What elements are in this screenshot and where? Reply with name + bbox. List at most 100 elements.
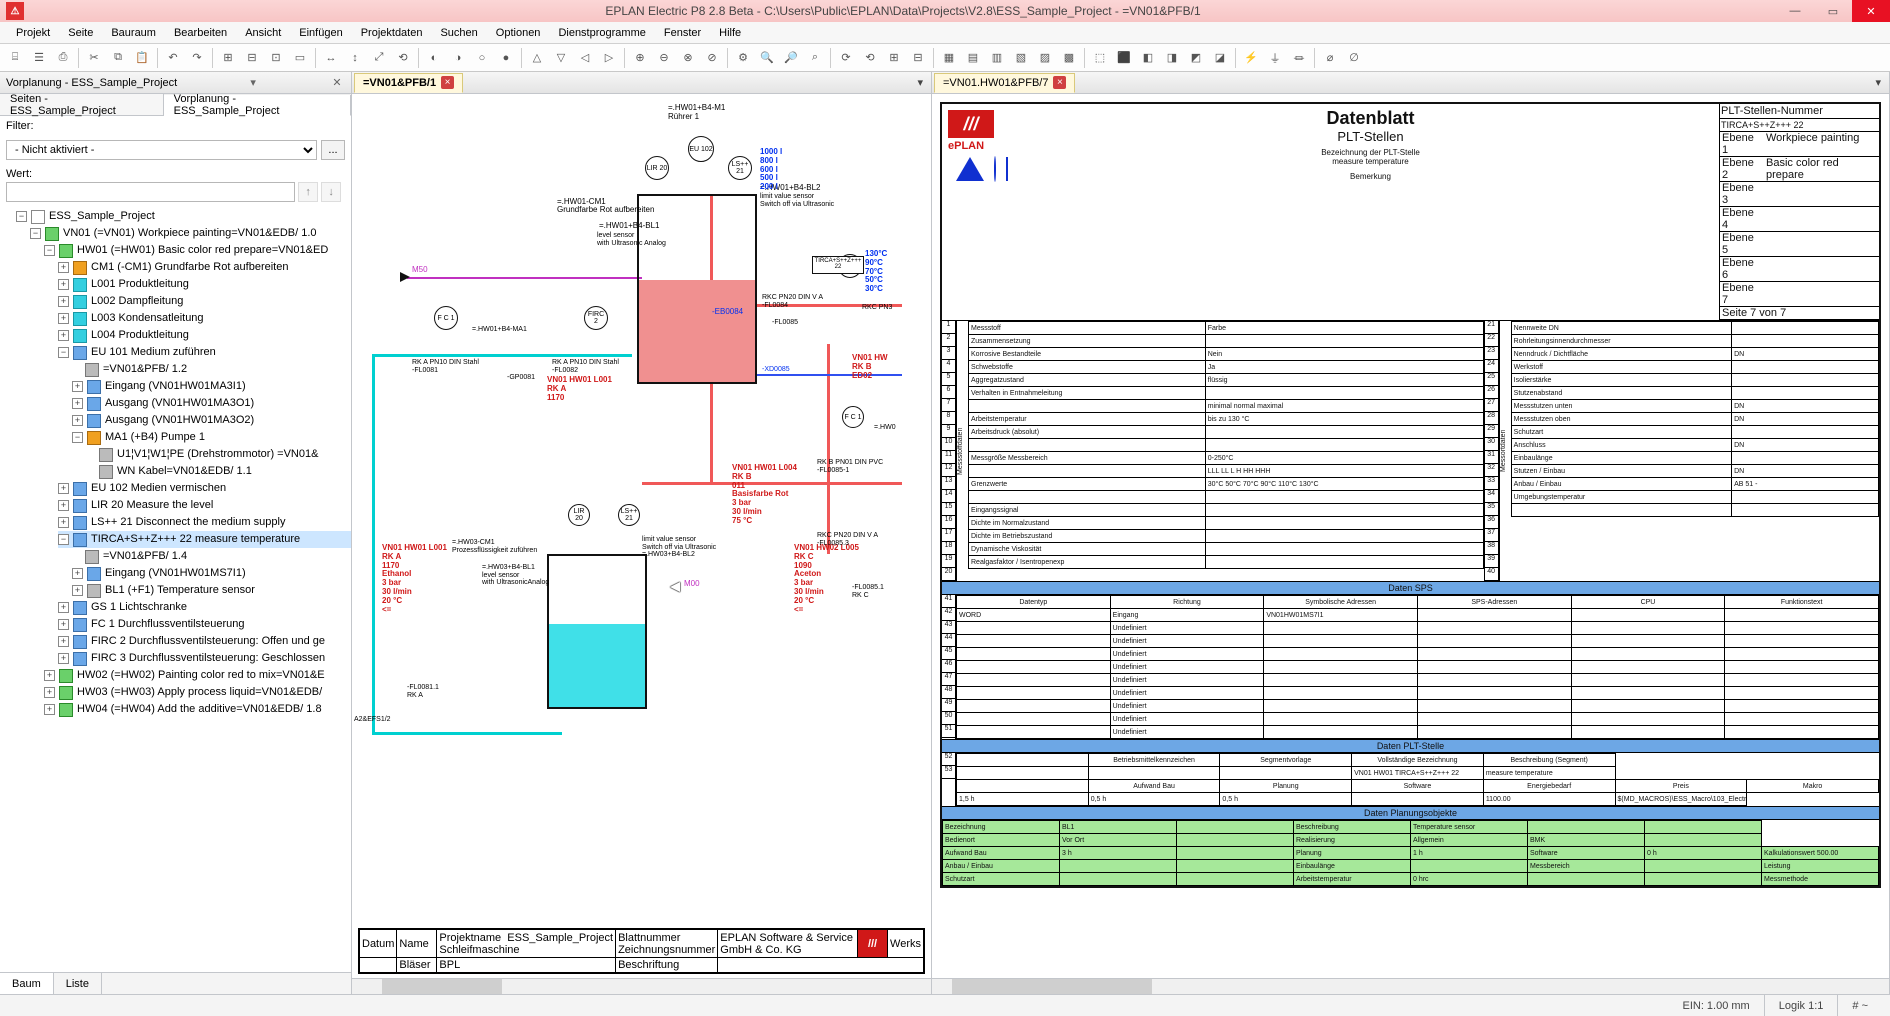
tree-hw03[interactable]: HW03 (=HW03) Apply process liquid=VN01&E… [77, 684, 322, 701]
toolbar-btn[interactable]: ⊕ [629, 47, 651, 69]
toolbar-btn[interactable]: 🔎 [780, 47, 802, 69]
minimize-button[interactable]: — [1776, 0, 1814, 22]
toolbar-btn[interactable]: ⊗ [677, 47, 699, 69]
menu-projektdaten[interactable]: Projektdaten [353, 22, 431, 43]
toolbar-btn[interactable]: ↷ [186, 47, 208, 69]
toolbar-btn[interactable]: ⟲ [392, 47, 414, 69]
tree-ls21[interactable]: LS++ 21 Disconnect the medium supply [91, 514, 285, 531]
menu-bearbeiten[interactable]: Bearbeiten [166, 22, 235, 43]
menu-suchen[interactable]: Suchen [432, 22, 485, 43]
toolbar-btn[interactable]: ◑ [447, 47, 469, 69]
toolbar-btn[interactable]: ▽ [550, 47, 572, 69]
toolbar-btn[interactable]: ⌸ [4, 47, 26, 69]
tree-l002[interactable]: L002 Dampfleitung [91, 293, 183, 310]
maximize-button[interactable]: ▭ [1814, 0, 1852, 22]
symbol-lir-bottom[interactable]: LIR 20 [568, 504, 590, 526]
tree-eu101-page[interactable]: =VN01&PFB/ 1.2 [103, 361, 187, 378]
toolbar-btn[interactable]: ⊟ [907, 47, 929, 69]
tree-fc1[interactable]: FC 1 Durchflussventilsteuerung [91, 616, 244, 633]
toolbar-btn[interactable]: ◩ [1185, 47, 1207, 69]
toolbar-btn[interactable]: ⌀ [1319, 47, 1341, 69]
toolbar-btn[interactable]: ▭ [289, 47, 311, 69]
menu-fenster[interactable]: Fenster [656, 22, 709, 43]
tree-ma1-motor[interactable]: U1¦V1¦W1¦PE (Drehstrommotor) =VN01& [117, 446, 318, 463]
toolbar-btn[interactable]: ⤢ [368, 47, 390, 69]
toolbar-btn[interactable]: ⌕ [804, 47, 826, 69]
tree-tirca22-page[interactable]: =VN01&PFB/ 1.4 [103, 548, 187, 565]
toolbar-btn[interactable]: ○ [471, 47, 493, 69]
toolbar-btn[interactable]: ⊞ [883, 47, 905, 69]
tree-tirca22[interactable]: TIRCA+S++Z+++ 22 measure temperature [91, 531, 300, 548]
toolbar-btn[interactable]: ↔ [320, 47, 342, 69]
toolbar-btn[interactable]: ↶ [162, 47, 184, 69]
toolbar-btn[interactable]: ▩ [1058, 47, 1080, 69]
tree-ma1-kabel[interactable]: WN Kabel=VN01&EDB/ 1.1 [117, 463, 252, 480]
tab-liste[interactable]: Liste [54, 973, 102, 994]
tree-l001[interactable]: L001 Produktleitung [91, 276, 189, 293]
pane1-tab-close-icon[interactable]: × [441, 76, 454, 89]
toolbar-btn[interactable]: 📋 [131, 47, 153, 69]
toolbar-btn[interactable]: ✂ [83, 47, 105, 69]
menu-dienstprogramme[interactable]: Dienstprogramme [550, 22, 653, 43]
tree-gs1[interactable]: GS 1 Lichtschranke [91, 599, 187, 616]
pane2-tab-dropdown-icon[interactable]: ▾ [1869, 76, 1887, 89]
toolbar-btn[interactable]: ⏚ [1264, 47, 1286, 69]
tree-firc3[interactable]: FIRC 3 Durchflussventilsteuerung: Geschl… [91, 650, 325, 667]
close-button[interactable]: ✕ [1852, 0, 1890, 22]
toolbar-btn[interactable]: ▧ [1010, 47, 1032, 69]
tree-root[interactable]: ESS_Sample_Project [49, 208, 155, 225]
toolbar-btn[interactable]: ▷ [598, 47, 620, 69]
symbol-fc1[interactable]: F C 1 [434, 306, 458, 330]
menu-ansicht[interactable]: Ansicht [237, 22, 289, 43]
toolbar-btn[interactable]: ⟲ [859, 47, 881, 69]
tree-firc2[interactable]: FIRC 2 Durchflussventilsteuerung: Offen … [91, 633, 325, 650]
tree-ausgang-ma3o2[interactable]: Ausgang (VN01HW01MA3O2) [105, 412, 254, 429]
toolbar-btn[interactable]: ⊞ [217, 47, 239, 69]
tree-lir20[interactable]: LIR 20 Measure the level [91, 497, 213, 514]
toolbar-btn[interactable]: ⊟ [241, 47, 263, 69]
toolbar-btn[interactable]: ● [495, 47, 517, 69]
pane2-scroll[interactable] [932, 978, 1889, 994]
menu-bauraum[interactable]: Bauraum [103, 22, 164, 43]
toolbar-btn[interactable]: ◧ [1137, 47, 1159, 69]
toolbar-btn[interactable]: ∅ [1343, 47, 1365, 69]
pane2-canvas[interactable]: /// ePLAN Datenblatt PLT-Stelle [932, 94, 1889, 978]
pane2-tab-close-icon[interactable]: × [1053, 76, 1066, 89]
tree-hw02[interactable]: HW02 (=HW02) Painting color red to mix=V… [77, 667, 325, 684]
pane1-tab-dropdown-icon[interactable]: ▾ [911, 76, 929, 89]
tab-seiten[interactable]: Seiten - ESS_Sample_Project [0, 94, 164, 115]
toolbar-btn[interactable]: ◪ [1209, 47, 1231, 69]
toolbar-btn[interactable]: ⊘ [701, 47, 723, 69]
filter-select[interactable]: - Nicht aktiviert - [6, 140, 317, 160]
tab-baum[interactable]: Baum [0, 973, 54, 994]
menu-einfügen[interactable]: Einfügen [291, 22, 350, 43]
tree-bl1[interactable]: BL1 (+F1) Temperature sensor [105, 582, 255, 599]
symbol-eu102[interactable]: EU 102 [688, 136, 714, 162]
toolbar-btn[interactable]: ◁ [574, 47, 596, 69]
filter-browse-button[interactable]: ... [321, 140, 345, 160]
toolbar-btn[interactable]: ⏛ [1288, 47, 1310, 69]
toolbar-btn[interactable]: ⬚ [1089, 47, 1111, 69]
menu-hilfe[interactable]: Hilfe [711, 22, 749, 43]
toolbar-btn[interactable]: ⊖ [653, 47, 675, 69]
toolbar-btn[interactable]: ◐ [423, 47, 445, 69]
symbol-ls-bottom[interactable]: LS++ 21 [618, 504, 640, 526]
toolbar-btn[interactable]: △ [526, 47, 548, 69]
value-input[interactable] [6, 182, 295, 202]
menu-optionen[interactable]: Optionen [488, 22, 549, 43]
tree-ausgang-ma3o1[interactable]: Ausgang (VN01HW01MA3O1) [105, 395, 254, 412]
tree-l004[interactable]: L004 Produktleitung [91, 327, 189, 344]
pane1-doc-tab[interactable]: =VN01&PFB/1 × [354, 73, 463, 93]
symbol-firc2[interactable]: FIRC 2 [584, 306, 608, 330]
menu-projekt[interactable]: Projekt [8, 22, 58, 43]
pane1-scroll[interactable] [352, 978, 931, 994]
menu-seite[interactable]: Seite [60, 22, 101, 43]
navigator-tree[interactable]: −ESS_Sample_Project −VN01 (=VN01) Workpi… [0, 206, 351, 972]
tree-eu101[interactable]: EU 101 Medium zuführen [91, 344, 216, 361]
toolbar-btn[interactable]: ▨ [1034, 47, 1056, 69]
value-down-icon[interactable]: ↓ [321, 182, 341, 202]
toolbar-btn[interactable]: ⚙ [732, 47, 754, 69]
toolbar-btn[interactable]: ☰ [28, 47, 50, 69]
tree-vn01[interactable]: VN01 (=VN01) Workpiece painting=VN01&EDB… [63, 225, 317, 242]
pane2-doc-tab[interactable]: =VN01.HW01&PFB/7 × [934, 73, 1075, 93]
